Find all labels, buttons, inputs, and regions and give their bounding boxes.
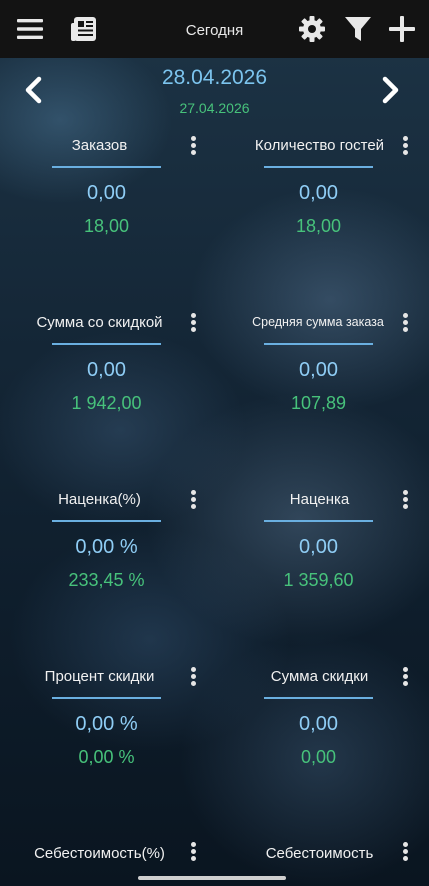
menu-icon[interactable] (16, 15, 44, 43)
more-options-icon[interactable] (188, 842, 198, 864)
plus-icon[interactable] (388, 15, 416, 43)
metric-card-orders[interactable]: Заказов 0,00 18,00 (0, 128, 213, 304)
metric-previous-value: 1 942,00 (71, 393, 142, 413)
metric-previous-value: 107,89 (290, 393, 347, 413)
more-options-icon[interactable] (400, 842, 410, 864)
metric-card-markup-percent[interactable]: Наценка(%) 0,00 % 233,45 % (0, 482, 213, 658)
metric-label: Сумма скидки (270, 667, 369, 685)
divider (264, 343, 373, 345)
metric-previous-value: 0,00 % (78, 747, 135, 767)
current-date[interactable]: 28.04.2026 (0, 66, 429, 90)
metric-label: Наценка(%) (58, 490, 141, 508)
metric-label: Себестоимость (265, 844, 374, 862)
more-options-icon[interactable] (400, 667, 410, 689)
metric-card-guests[interactable]: Количество гостей 0,00 18,00 (212, 128, 425, 304)
home-indicator[interactable] (138, 876, 286, 880)
more-options-icon[interactable] (188, 667, 198, 689)
metric-label: Количество гостей (254, 136, 385, 154)
metric-label: Себестоимость(%) (34, 844, 165, 862)
more-options-icon[interactable] (188, 136, 198, 158)
metric-value: 0,00 (299, 182, 338, 204)
date-navigator: 28.04.2026 27.04.2026 (0, 58, 429, 120)
more-options-icon[interactable] (400, 136, 410, 158)
metric-value: 0,00 % (75, 713, 138, 735)
comparison-date: 27.04.2026 (179, 100, 250, 116)
metric-value: 0,00 (87, 182, 126, 204)
newspaper-icon[interactable] (70, 15, 98, 43)
metric-label: Заказов (71, 136, 128, 154)
metric-previous-value: 18,00 (295, 216, 342, 236)
metric-card-discounted-sum[interactable]: Сумма со скидкой 0,00 1 942,00 (0, 305, 213, 481)
metric-value: 0,00 (87, 359, 126, 381)
more-options-icon[interactable] (188, 313, 198, 335)
divider (52, 166, 161, 168)
metric-previous-value: 0,00 (300, 747, 337, 767)
metric-value: 0,00 (299, 536, 338, 558)
metric-card-discount-sum[interactable]: Сумма скидки 0,00 0,00 (212, 659, 425, 835)
top-app-bar: Сегодня (0, 0, 429, 58)
next-day-arrow-icon[interactable] (380, 76, 402, 104)
metric-label: Сумма со скидкой (36, 313, 163, 331)
more-options-icon[interactable] (400, 490, 410, 512)
more-options-icon[interactable] (188, 490, 198, 512)
metric-previous-value: 233,45 % (68, 570, 145, 590)
divider (52, 520, 161, 522)
metric-label: Процент скидки (44, 667, 155, 685)
metric-value: 0,00 (299, 359, 338, 381)
metric-card-average-order[interactable]: Средняя сумма заказа 0,00 107,89 (212, 305, 425, 481)
metric-label: Наценка (289, 490, 350, 508)
metric-value: 0,00 % (75, 536, 138, 558)
metric-previous-value: 18,00 (83, 216, 130, 236)
metric-card-discount-percent[interactable]: Процент скидки 0,00 % 0,00 % (0, 659, 213, 835)
metric-card-cost[interactable]: Себестоимость (212, 836, 425, 876)
divider (264, 697, 373, 699)
metric-card-cost-percent[interactable]: Себестоимость(%) (0, 836, 213, 876)
filter-icon[interactable] (344, 15, 372, 43)
gear-icon[interactable] (298, 15, 326, 43)
divider (264, 166, 373, 168)
metric-previous-value: 1 359,60 (283, 570, 354, 590)
metric-value: 0,00 (299, 713, 338, 735)
divider (52, 697, 161, 699)
divider (264, 520, 373, 522)
divider (52, 343, 161, 345)
more-options-icon[interactable] (400, 313, 410, 335)
metric-label: Средняя сумма заказа (252, 315, 384, 330)
metric-card-markup[interactable]: Наценка 0,00 1 359,60 (212, 482, 425, 658)
